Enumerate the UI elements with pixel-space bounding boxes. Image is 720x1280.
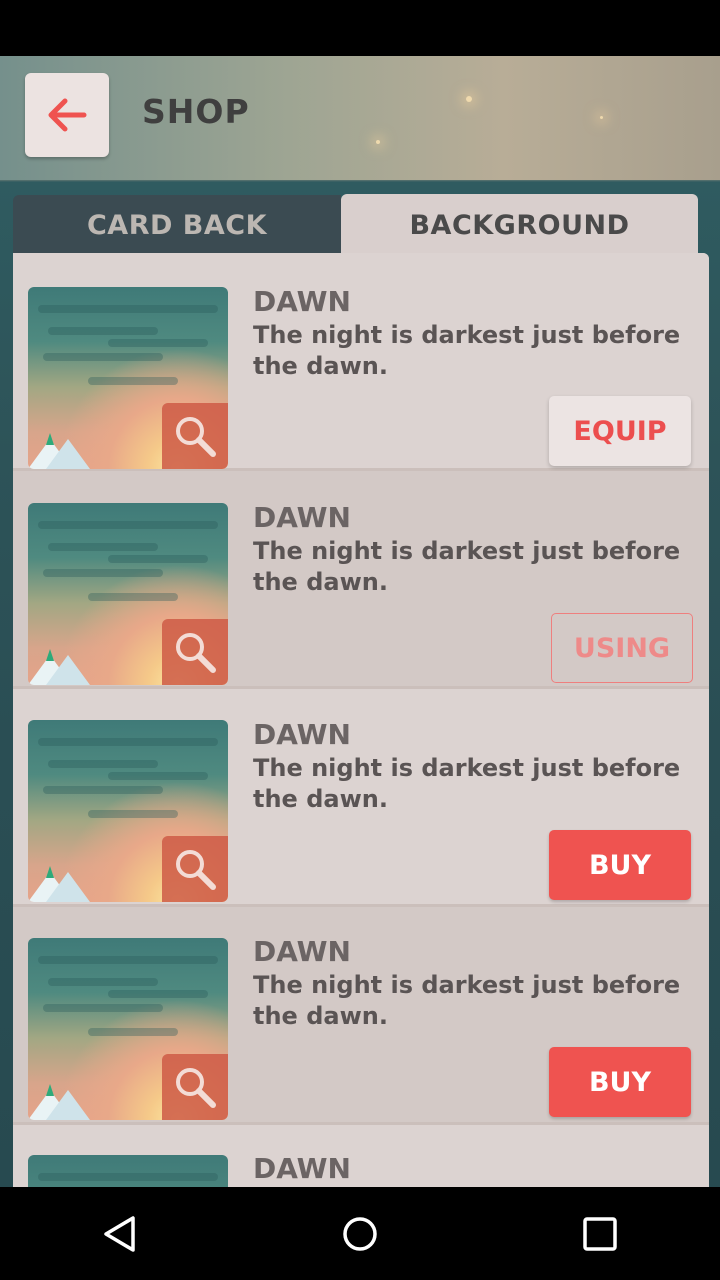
triangle-back-icon [104,1215,135,1252]
item-description: The night is darkest just before the daw… [253,971,681,1030]
circle-home-icon [343,1216,377,1251]
preview-button[interactable] [162,403,228,469]
nav-home-button[interactable] [300,1187,420,1280]
magnifier-icon [176,1068,216,1108]
shop-screen: SHOP CARD BACK BACKGROUND DAWN The night… [0,56,720,1187]
square-recents-icon [583,1216,617,1251]
sparkle-decoration [600,116,603,119]
background-thumbnail[interactable] [28,938,228,1120]
tab-card-back[interactable]: CARD BACK [13,195,341,255]
equip-button[interactable]: EQUIP [549,396,691,466]
magnifier-icon [176,417,216,457]
back-button[interactable] [25,73,109,157]
background-thumbnail[interactable] [28,287,228,469]
item-name: DAWN [253,1152,351,1185]
preview-button[interactable] [162,1054,228,1120]
background-thumbnail[interactable] [28,1155,228,1187]
magnifier-icon [176,850,216,890]
nav-recents-button[interactable] [540,1187,660,1280]
item-description: The night is darkest just before the daw… [253,754,681,813]
header: SHOP [0,56,720,180]
sparkle-decoration [376,140,380,144]
buy-button[interactable]: BUY [549,830,691,900]
list-item: DAWN The night is darkest just before th… [13,253,709,471]
background-thumbnail[interactable] [28,720,228,902]
tab-background[interactable]: BACKGROUND [341,194,698,256]
buy-button[interactable]: BUY [549,1047,691,1117]
item-description: The night is darkest just before the daw… [253,321,681,380]
status-bar [0,0,720,56]
list-item: DAWN [13,1125,709,1187]
preview-button[interactable] [162,619,228,685]
using-button[interactable]: USING [551,613,693,683]
list-item: DAWN The night is darkest just before th… [13,689,709,907]
navigation-bar [0,1187,720,1280]
list-item: DAWN The night is darkest just before th… [13,907,709,1125]
preview-button[interactable] [162,836,228,902]
background-thumbnail[interactable] [28,503,228,685]
item-name: DAWN [253,718,351,751]
nav-back-button[interactable] [60,1187,180,1280]
background-list: DAWN The night is darkest just before th… [13,253,709,1187]
item-name: DAWN [253,501,351,534]
item-name: DAWN [253,935,351,968]
sparkle-decoration [466,96,472,102]
item-description: The night is darkest just before the daw… [253,537,681,596]
page-title: SHOP [142,92,250,131]
list-item: DAWN The night is darkest just before th… [13,471,709,689]
magnifier-icon [176,633,216,673]
item-name: DAWN [253,285,351,318]
arrow-left-icon [48,98,87,132]
